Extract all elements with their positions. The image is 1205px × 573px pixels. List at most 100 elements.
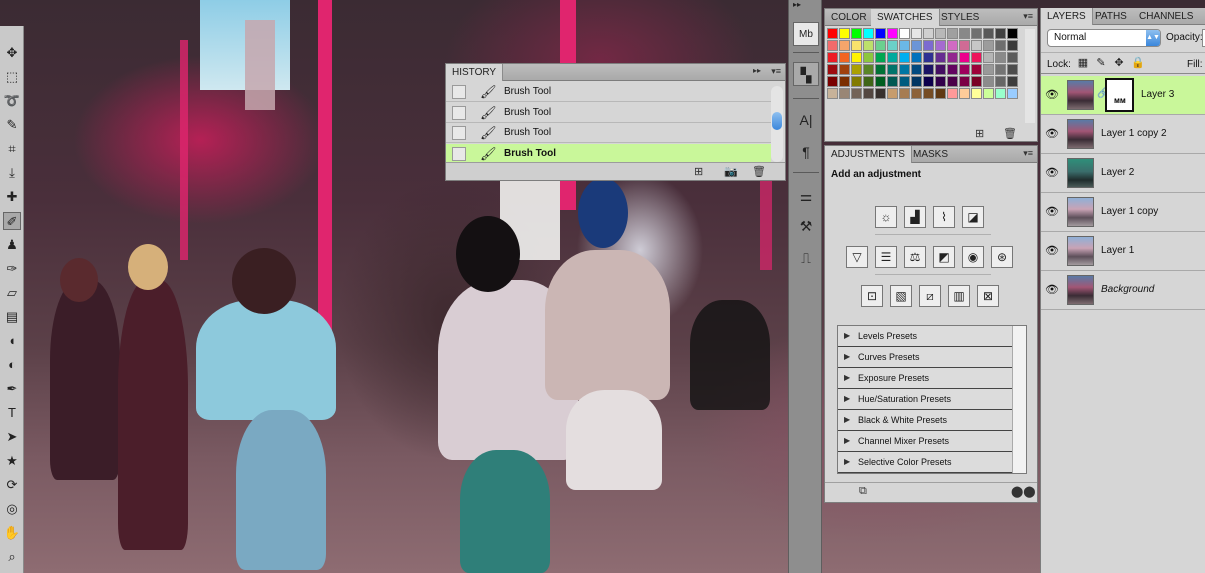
color-swatch[interactable]: [935, 64, 946, 75]
color-swatch[interactable]: [911, 88, 922, 99]
color-swatch[interactable]: [1007, 40, 1018, 51]
preset-item[interactable]: ▶ Exposure Presets: [838, 368, 1012, 389]
eye-icon[interactable]: 👁: [1045, 88, 1059, 101]
color-swatch[interactable]: [863, 52, 874, 63]
character-button[interactable]: A|: [793, 108, 819, 132]
color-swatch[interactable]: [911, 40, 922, 51]
presets-scrollbar[interactable]: [1012, 326, 1026, 473]
tab-swatches[interactable]: SWATCHES: [871, 9, 940, 26]
color-swatch[interactable]: [923, 76, 934, 87]
color-swatch[interactable]: [971, 52, 982, 63]
eye-icon[interactable]: 👁: [1045, 244, 1059, 257]
expand-arrow-icon[interactable]: ▶: [844, 457, 850, 466]
color-swatch[interactable]: [911, 64, 922, 75]
color-swatch[interactable]: [911, 28, 922, 39]
color-swatch[interactable]: [947, 88, 958, 99]
color-swatch[interactable]: [875, 40, 886, 51]
clone-source-button[interactable]: ⎍: [793, 246, 819, 270]
expand-arrow-icon[interactable]: ▶: [844, 415, 850, 424]
photo-filter-icon[interactable]: ◉: [962, 246, 984, 268]
exposure-icon[interactable]: ◪: [962, 206, 984, 228]
color-swatch[interactable]: [1007, 88, 1018, 99]
3d-rotate-icon[interactable]: ⟳: [3, 476, 21, 494]
brush-presets-button[interactable]: ⚌: [793, 184, 819, 208]
history-item[interactable]: 🖌 Brush Tool: [446, 82, 771, 102]
return-to-list-icon[interactable]: ⧉: [859, 485, 867, 498]
eye-icon[interactable]: 👁: [1045, 283, 1059, 296]
gradient-map-icon[interactable]: ▥: [948, 285, 970, 307]
curves-icon[interactable]: ⌇: [933, 206, 955, 228]
color-swatch[interactable]: [875, 88, 886, 99]
color-swatch[interactable]: [947, 64, 958, 75]
crop-icon[interactable]: ⌗: [3, 140, 21, 158]
path-select-icon[interactable]: ➤: [3, 428, 21, 446]
history-brush-icon[interactable]: ✑: [3, 260, 21, 278]
color-swatch[interactable]: [863, 28, 874, 39]
layer-item[interactable]: 👁 Background: [1041, 271, 1205, 310]
history-source-checkbox[interactable]: [452, 126, 466, 140]
history-scroll-thumb[interactable]: [772, 112, 782, 130]
color-swatch[interactable]: [959, 40, 970, 51]
layer-item[interactable]: 👁 Layer 1: [1041, 232, 1205, 271]
tab-channels[interactable]: CHANNELS: [1133, 8, 1199, 25]
lasso-icon[interactable]: ➰: [3, 92, 21, 110]
layer-item[interactable]: 👁 🔗 ᴍᴍ Layer 3: [1041, 76, 1205, 115]
history-item[interactable]: 🖌 Brush Tool: [446, 143, 771, 164]
tab-paths[interactable]: PATHS: [1089, 8, 1133, 25]
pen-icon[interactable]: ✒: [3, 380, 21, 398]
color-swatch[interactable]: [887, 28, 898, 39]
preset-item[interactable]: ▶ Black & White Presets: [838, 410, 1012, 431]
type-icon[interactable]: T: [3, 404, 21, 422]
history-item[interactable]: 🖌 Brush Tool: [446, 103, 771, 123]
color-swatch[interactable]: [887, 76, 898, 87]
color-swatch[interactable]: [827, 76, 838, 87]
expand-arrow-icon[interactable]: ▶: [844, 352, 850, 361]
tab-layers[interactable]: LAYERS: [1041, 8, 1093, 25]
dodge-icon[interactable]: ◐: [3, 356, 21, 374]
blend-mode-select[interactable]: Normal ▲▼: [1047, 29, 1161, 47]
color-swatch[interactable]: [827, 28, 838, 39]
preset-item[interactable]: ▶ Levels Presets: [838, 326, 1012, 347]
select-arrows-icon[interactable]: ▲▼: [1146, 30, 1160, 46]
color-swatch[interactable]: [995, 40, 1006, 51]
expand-arrow-icon[interactable]: ▶: [844, 394, 850, 403]
color-swatch[interactable]: [935, 88, 946, 99]
expand-arrow-icon[interactable]: ▶: [844, 373, 850, 382]
color-balance-icon[interactable]: ⚖: [904, 246, 926, 268]
posterize-icon[interactable]: ▧: [890, 285, 912, 307]
new-swatch-icon[interactable]: ⊞: [975, 127, 984, 140]
zoom-icon[interactable]: ⌕: [3, 548, 21, 566]
color-swatch[interactable]: [851, 40, 862, 51]
color-swatch[interactable]: [875, 52, 886, 63]
color-swatch[interactable]: [899, 88, 910, 99]
color-swatch[interactable]: [935, 52, 946, 63]
color-swatch[interactable]: [959, 28, 970, 39]
color-swatch[interactable]: [995, 52, 1006, 63]
color-swatch[interactable]: [971, 40, 982, 51]
color-swatch[interactable]: [875, 76, 886, 87]
levels-icon[interactable]: ▟: [904, 206, 926, 228]
move-icon[interactable]: ✥: [3, 44, 21, 62]
color-swatch[interactable]: [1007, 28, 1018, 39]
shape-icon[interactable]: ★: [3, 452, 21, 470]
color-swatch[interactable]: [959, 52, 970, 63]
invert-icon[interactable]: ⊡: [861, 285, 883, 307]
color-swatch[interactable]: [959, 88, 970, 99]
brightness-contrast-icon[interactable]: ☼: [875, 206, 897, 228]
color-swatch[interactable]: [851, 76, 862, 87]
color-swatch[interactable]: [983, 52, 994, 63]
history-source-checkbox[interactable]: [452, 105, 466, 120]
trash-icon[interactable]: 🗑: [1003, 127, 1017, 140]
selective-color-icon[interactable]: ⊠: [977, 285, 999, 307]
color-swatch[interactable]: [851, 64, 862, 75]
tab-styles[interactable]: STYLES: [935, 9, 985, 26]
color-swatch[interactable]: [923, 52, 934, 63]
color-swatch[interactable]: [995, 76, 1006, 87]
color-swatch[interactable]: [983, 28, 994, 39]
color-swatch[interactable]: [911, 52, 922, 63]
color-swatch[interactable]: [971, 88, 982, 99]
hue-saturation-icon[interactable]: ☰: [875, 246, 897, 268]
expand-arrow-icon[interactable]: ▶: [844, 331, 850, 340]
panel-menu-icon[interactable]: ▾≡: [1023, 11, 1033, 22]
paragraph-button[interactable]: ¶: [793, 140, 819, 164]
